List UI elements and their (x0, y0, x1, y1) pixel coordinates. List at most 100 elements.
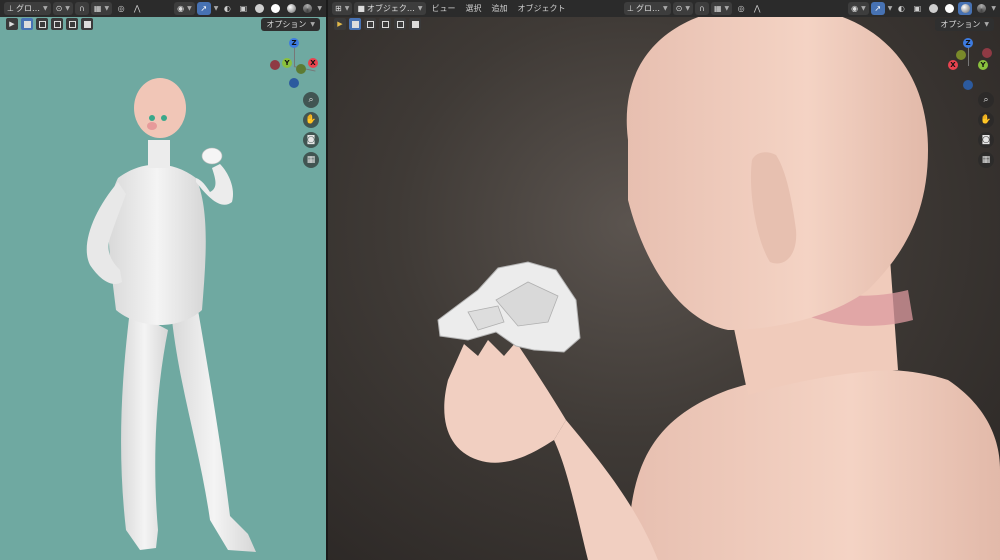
magnet-icon: ∩ (78, 4, 85, 13)
select-subtract-icon (53, 20, 61, 28)
gizmo-x-axis[interactable]: X (948, 60, 958, 70)
gizmo-neg-x-axis[interactable] (270, 60, 280, 70)
visibility-dropdown[interactable]: ◉ ▼ (848, 2, 869, 15)
camera-icon[interactable]: ◙ (303, 132, 319, 148)
menu-add[interactable]: 追加 (488, 3, 512, 14)
chevron-down-icon: ▼ (187, 5, 192, 12)
visibility-dropdown[interactable]: ◉ ▼ (174, 2, 195, 15)
shading-material[interactable] (284, 2, 298, 15)
chevron-down-icon[interactable]: ▼ (317, 5, 322, 12)
shading-solid[interactable] (942, 2, 956, 15)
menu-select[interactable]: 選択 (462, 3, 486, 14)
select-new-button[interactable] (21, 18, 33, 30)
shading-rendered[interactable] (300, 2, 314, 15)
camera-icon[interactable]: ◙ (978, 132, 994, 148)
select-intersect-button[interactable] (409, 18, 421, 30)
snap-toggle[interactable]: ∩ (694, 2, 709, 15)
gizmo-y-axis[interactable]: Y (978, 60, 988, 70)
gizmo-icon: ↗ (200, 4, 208, 13)
select-intersect-button[interactable] (81, 18, 93, 30)
grid-icon[interactable]: ▦ (303, 152, 319, 168)
gizmo-neg-y-axis[interactable] (956, 50, 966, 60)
xray-icon: ▣ (913, 4, 922, 13)
options-dropdown[interactable]: オプション ▼ (935, 17, 994, 31)
hand-icon[interactable]: ✋ (978, 112, 994, 128)
navigation-gizmo[interactable]: Z Y X (266, 38, 322, 94)
orientation-dropdown[interactable]: ⊥ グロ… ▼ (624, 2, 671, 15)
select-extend-button[interactable] (364, 18, 376, 30)
overlay-icon: ◐ (223, 4, 231, 13)
mode-dropdown[interactable]: ■ オブジェク… ▼ (354, 2, 426, 15)
select-subtract-button[interactable] (51, 18, 63, 30)
snap-toggle[interactable]: ∩ (74, 2, 89, 15)
viewport-right[interactable]: ⊞ ▼ ■ オブジェク… ▼ ビュー 選択 追加 オブジェクト ⊥ グロ… ▼ ⊙… (328, 0, 1000, 560)
wireframe-shading-icon (254, 4, 264, 13)
proportional-edit-toggle[interactable]: ◎ (734, 2, 748, 15)
overlay-toggle[interactable]: ◐ (894, 2, 908, 15)
gizmo-z-axis[interactable]: Z (289, 38, 299, 48)
editor-type-dropdown[interactable]: ⊞ ▼ (332, 2, 353, 15)
options-label: オプション (266, 19, 307, 29)
chevron-down-icon[interactable]: ▼ (888, 5, 893, 12)
pivot-icon: ⊙ (55, 4, 63, 13)
grid-icon[interactable]: ▦ (978, 152, 994, 168)
navigation-buttons: ⌕ ✋ ◙ ▦ (978, 92, 994, 168)
magnifier-icon[interactable]: ⌕ (978, 92, 994, 108)
falloff-button[interactable]: ⋀ (130, 2, 144, 15)
play-icon: ▶ (9, 20, 15, 28)
select-invert-button[interactable] (394, 18, 406, 30)
falloff-button[interactable]: ⋀ (750, 2, 764, 15)
gizmo-x-axis[interactable]: X (308, 58, 318, 68)
rendered-shading-icon (976, 4, 986, 13)
hand-icon[interactable]: ✋ (303, 112, 319, 128)
proportional-icon: ◎ (117, 4, 125, 13)
snap-dropdown[interactable]: ▦ ▼ (710, 2, 733, 15)
select-new-button[interactable] (349, 18, 361, 30)
pivot-icon: ⊙ (675, 4, 683, 13)
select-subtract-icon (381, 20, 389, 28)
menu-object[interactable]: オブジェクト (514, 3, 570, 14)
select-new-icon (351, 20, 359, 28)
overlay-toggle[interactable]: ◐ (220, 2, 234, 15)
xray-toggle[interactable]: ▣ (910, 2, 924, 15)
shading-wireframe[interactable] (252, 2, 266, 15)
shading-rendered[interactable] (974, 2, 988, 15)
gizmo-neg-x-axis[interactable] (982, 48, 992, 58)
orientation-dropdown[interactable]: ⊥ グロ… ▼ (4, 2, 51, 15)
pivot-dropdown[interactable]: ⊙ ▼ (672, 2, 693, 15)
chevron-down-icon: ▼ (861, 5, 866, 12)
shading-solid[interactable] (268, 2, 282, 15)
proportional-edit-toggle[interactable]: ◎ (114, 2, 128, 15)
tool-cursor-button[interactable]: ▶ (6, 18, 18, 30)
menu-view[interactable]: ビュー (428, 3, 460, 14)
tool-cursor-button[interactable]: ▶ (334, 18, 346, 30)
gizmo-neg-z-axis[interactable] (963, 80, 973, 90)
shading-material[interactable] (958, 2, 973, 15)
gizmo-z-axis[interactable]: Z (963, 38, 973, 48)
gizmo-neg-y-axis[interactable] (296, 64, 306, 74)
gizmo-toggle[interactable]: ↗ (196, 2, 211, 15)
navigation-buttons: ⌕ ✋ ◙ ▦ (303, 92, 319, 168)
mode-label: オブジェク… (366, 4, 415, 13)
select-intersect-icon (411, 20, 419, 28)
select-extend-button[interactable] (36, 18, 48, 30)
viewport-left[interactable]: ⊥ グロ… ▼ ⊙ ▼ ∩ ▦ ▼ ◎ ⋀ ◉ ▼ ↗ ▼ ◐ ▣ ▼ ▶ オプション… (0, 0, 326, 560)
shading-wireframe[interactable] (926, 2, 940, 15)
gizmo-neg-z-axis[interactable] (289, 78, 299, 88)
gizmo-toggle[interactable]: ↗ (870, 2, 885, 15)
options-dropdown[interactable]: オプション ▼ (261, 17, 320, 31)
gizmo-y-axis[interactable]: Y (282, 58, 292, 68)
magnifier-icon[interactable]: ⌕ (303, 92, 319, 108)
chevron-down-icon: ▼ (344, 5, 350, 12)
snap-dropdown[interactable]: ▦ ▼ (90, 2, 113, 15)
xray-icon: ▣ (239, 4, 248, 13)
navigation-gizmo[interactable]: Z X Y (940, 38, 996, 94)
pivot-dropdown[interactable]: ⊙ ▼ (52, 2, 73, 15)
chevron-down-icon[interactable]: ▼ (214, 5, 219, 12)
chevron-down-icon[interactable]: ▼ (991, 5, 996, 12)
chevron-down-icon: ▼ (417, 5, 423, 12)
select-invert-button[interactable] (66, 18, 78, 30)
select-subtract-button[interactable] (379, 18, 391, 30)
xray-toggle[interactable]: ▣ (236, 2, 250, 15)
snap-grid-icon: ▦ (713, 4, 722, 13)
